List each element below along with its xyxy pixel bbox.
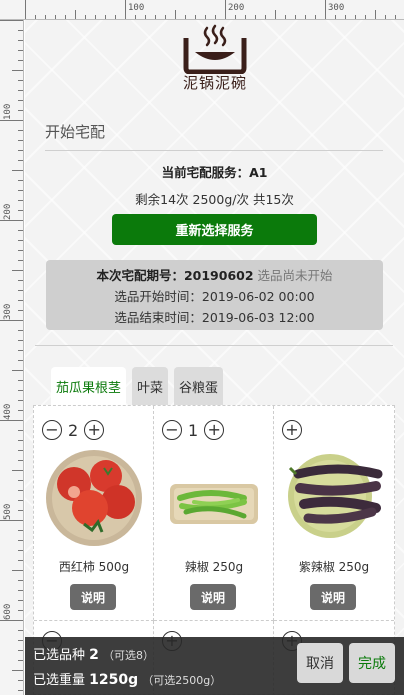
- ruler-left-scale: 100 200 300 400 500 600: [0, 20, 23, 691]
- selection-summary-bar: 已选品种 2 （可选8） 已选重量 1250g （可选2500g） 取消 完成: [25, 637, 404, 695]
- product-info-button[interactable]: 说明: [310, 584, 356, 610]
- selected-weight-hint: （可选2500g）: [142, 674, 222, 687]
- selected-kinds: 已选品种 2 （可选8）: [33, 644, 154, 663]
- ruler-top-mark-200: 200: [228, 3, 244, 13]
- selected-kinds-value: 2: [89, 647, 99, 663]
- section-title: 开始宅配: [45, 121, 383, 151]
- ruler-left-mark-200: 200: [3, 204, 13, 220]
- quantity-value: 1: [188, 420, 199, 440]
- ruler-left-mark-400: 400: [3, 404, 13, 420]
- product-name: 西红柿 500g: [58, 560, 130, 574]
- quantity-stepper: − 1 +: [162, 420, 225, 440]
- ruler-left-mark-600: 600: [3, 604, 13, 620]
- ruler-left-mark-500: 500: [3, 504, 13, 520]
- delivery-period-panel: 本次宅配期号：20190602 选品尚未开始 选品开始时间：2019-06-02…: [46, 260, 383, 330]
- ruler-top-scale: 100 200 300: [25, 0, 396, 19]
- category-tabs: 茄瓜果根茎 叶菜 谷粮蛋: [51, 367, 224, 405]
- current-service: 当前宅配服务：A1: [161, 165, 268, 180]
- ruler-left-mark-100: 100: [3, 104, 13, 120]
- quantity-stepper: +: [282, 420, 302, 440]
- decrease-button[interactable]: −: [162, 420, 182, 440]
- product-card-tomato: − 2 + 西红柿 500g 说明: [34, 406, 154, 621]
- tab-grains-eggs[interactable]: 谷粮蛋: [174, 367, 224, 405]
- ruler-left-mark-300: 300: [3, 304, 13, 320]
- ruler-left: 100 200 300 400 500 600: [0, 20, 24, 695]
- cancel-button[interactable]: 取消: [297, 643, 343, 683]
- selection-start-time: 选品开始时间：2019-06-02 00:00: [114, 289, 315, 304]
- purple-chili-image: [288, 454, 383, 538]
- ruler-top-mark-100: 100: [128, 3, 144, 13]
- ruler-top: 100 200 300: [0, 0, 404, 20]
- period-label: 本次宅配期号：: [96, 268, 184, 283]
- product-name: 辣椒 250g: [184, 560, 244, 574]
- brand-name: 泥锅泥碗: [182, 74, 247, 92]
- service-detail: 剩余14次 2500g/次 共15次: [135, 192, 294, 207]
- brand-logo: 泥锅泥碗: [175, 24, 255, 104]
- selected-weight-label: 已选重量: [33, 673, 86, 688]
- product-name: 紫辣椒 250g: [298, 560, 370, 574]
- product-card-purple-chili: + 紫辣椒 250g 说明: [274, 406, 394, 621]
- increase-button[interactable]: +: [282, 420, 302, 440]
- increase-button[interactable]: +: [84, 420, 105, 440]
- quantity-stepper: − 2 +: [42, 420, 105, 440]
- product-info-button[interactable]: 说明: [190, 584, 236, 610]
- divider: [35, 345, 393, 346]
- selected-kinds-label: 已选品种: [33, 648, 86, 663]
- ruler-top-mark-300: 300: [328, 3, 344, 13]
- period-status: 选品尚未开始: [257, 268, 333, 283]
- selected-kinds-hint: （可选8）: [103, 649, 155, 662]
- product-card-chili: − 1 + 辣椒 250g 说明: [154, 406, 274, 621]
- tab-eggplant-melon-root[interactable]: 茄瓜果根茎: [51, 367, 127, 405]
- tab-leafy-greens[interactable]: 叶菜: [132, 367, 169, 405]
- period-line: 本次宅配期号：20190602 选品尚未开始: [46, 265, 383, 286]
- tomato-image: [46, 450, 142, 546]
- selection-end-time: 选品结束时间：2019-06-03 12:00: [114, 310, 315, 325]
- selected-weight: 已选重量 1250g （可选2500g）: [33, 669, 221, 688]
- period-number: 20190602: [183, 268, 254, 283]
- reselect-service-button[interactable]: 重新选择服务: [112, 214, 317, 245]
- bowl-logo-icon: [183, 24, 247, 74]
- app-screen: 泥锅泥碗 开始宅配 当前宅配服务：A1 剩余14次 2500g/次 共15次 重…: [25, 20, 404, 695]
- done-button[interactable]: 完成: [349, 643, 395, 683]
- product-info-button[interactable]: 说明: [70, 584, 116, 610]
- selected-weight-value: 1250g: [89, 672, 139, 688]
- decrease-button[interactable]: −: [42, 420, 62, 440]
- increase-button[interactable]: +: [204, 420, 225, 440]
- chili-image: [170, 484, 258, 524]
- quantity-value: 2: [68, 420, 79, 440]
